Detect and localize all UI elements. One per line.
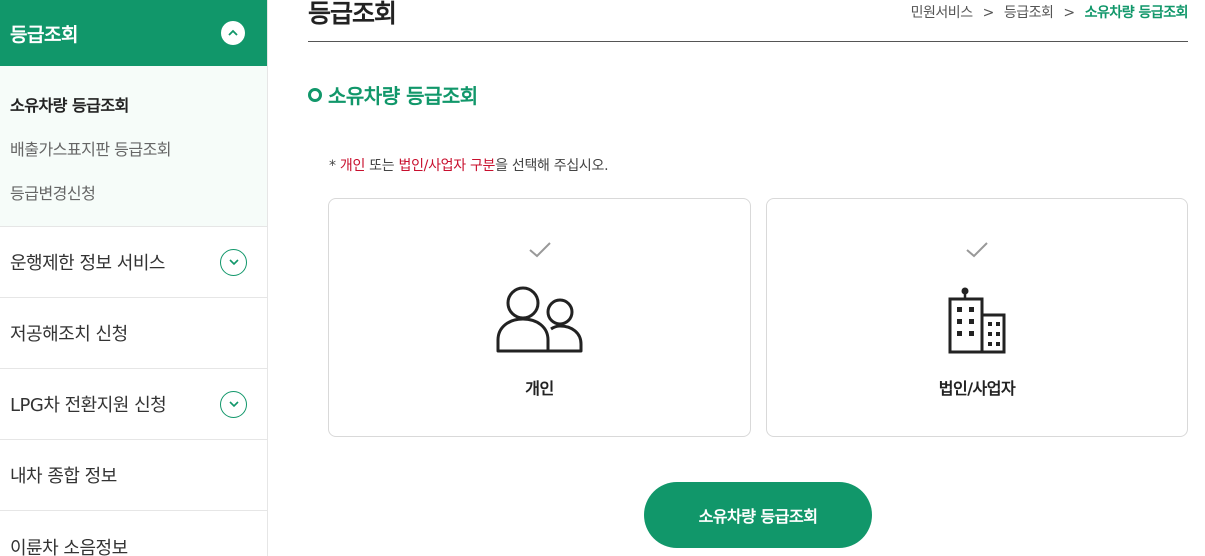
sidebar-item-label: 저공해조치 신청 [10, 324, 128, 345]
section-title-text: 소유차량 등급조회 [328, 84, 478, 108]
notice-term-individual: 개인 [339, 158, 366, 174]
sidebar-item-operation-restriction[interactable]: 운행제한 정보 서비스 [0, 227, 267, 298]
page-title: 등급조회 [308, 0, 397, 28]
sidebar-item-my-car-info[interactable]: 내차 종합 정보 [0, 440, 267, 511]
sidebar-submenu: 소유차량 등급조회 배출가스표지판 등급조회 등급변경신청 [0, 66, 267, 227]
breadcrumb-item-grade-inquiry[interactable]: 등급조회 [1004, 0, 1054, 26]
notice-mid: 또는 [365, 158, 399, 174]
option-card-individual[interactable]: 개인 [328, 198, 751, 437]
breadcrumb-item-civil-service[interactable]: 민원서비스 [911, 0, 973, 26]
section-title: 소유차량 등급조회 [308, 80, 478, 109]
check-icon [528, 241, 552, 263]
sidebar-header-title: 등급조회 [10, 23, 78, 46]
main-content: 등급조회 민원서비스 > 등급조회 > 소유차량 등급조회 소유차량 등급조회 … [308, 0, 1189, 556]
sidebar-item-label: 내차 종합 정보 [10, 466, 117, 487]
option-label-corporate: 법인/사업자 [938, 379, 1016, 398]
option-card-corporate[interactable]: 법인/사업자 [766, 198, 1188, 437]
option-label-individual: 개인 [525, 379, 554, 398]
breadcrumb-separator: > [1063, 5, 1075, 21]
circle-bullet-icon [308, 87, 322, 102]
breadcrumb-item-current: 소유차량 등급조회 [1084, 5, 1189, 21]
notice-suffix: 을 선택해 주십시오. [495, 158, 609, 174]
sidebar-item-motorcycle-noise[interactable]: 이륜차 소음정보 [0, 511, 267, 556]
chevron-down-icon[interactable] [220, 390, 247, 418]
notice-prefix: * [329, 158, 340, 174]
notice-term-corporate: 법인/사업자 구분 [398, 158, 496, 174]
page-header: 등급조회 민원서비스 > 등급조회 > 소유차량 등급조회 [308, 0, 1189, 42]
owned-vehicle-grade-inquiry-button[interactable]: 소유차량 등급조회 [644, 482, 872, 548]
sidebar-item-label: LPG차 전환지원 신청 [10, 395, 167, 416]
sidebar-item-lpg-conversion[interactable]: LPG차 전환지원 신청 [0, 369, 267, 440]
chevron-down-icon[interactable] [220, 248, 247, 276]
check-icon [965, 241, 989, 263]
selection-notice: * 개인 또는 법인/사업자 구분을 선택해 주십시오. [329, 155, 609, 175]
sidebar-item-label: 이륜차 소음정보 [10, 537, 128, 556]
chevron-up-icon[interactable] [221, 21, 245, 45]
sidebar-item-low-emission-request[interactable]: 저공해조치 신청 [0, 298, 267, 369]
breadcrumb: 민원서비스 > 등급조회 > 소유차량 등급조회 [911, 0, 1189, 26]
sidebar-item-label: 운행제한 정보 서비스 [10, 253, 165, 274]
sidebar: 등급조회 소유차량 등급조회 배출가스표지판 등급조회 등급변경신청 운행제한 … [0, 0, 268, 556]
sidebar-subitem-grade-change-request[interactable]: 등급변경신청 [0, 170, 267, 214]
sidebar-header-grade-inquiry[interactable]: 등급조회 [0, 0, 267, 66]
sidebar-subitem-owned-vehicle-grade[interactable]: 소유차량 등급조회 [0, 82, 267, 126]
sidebar-subitem-emission-sign-grade[interactable]: 배출가스표지판 등급조회 [0, 126, 267, 170]
people-icon [495, 285, 585, 359]
breadcrumb-separator: > [982, 5, 995, 21]
building-icon [947, 287, 1007, 359]
